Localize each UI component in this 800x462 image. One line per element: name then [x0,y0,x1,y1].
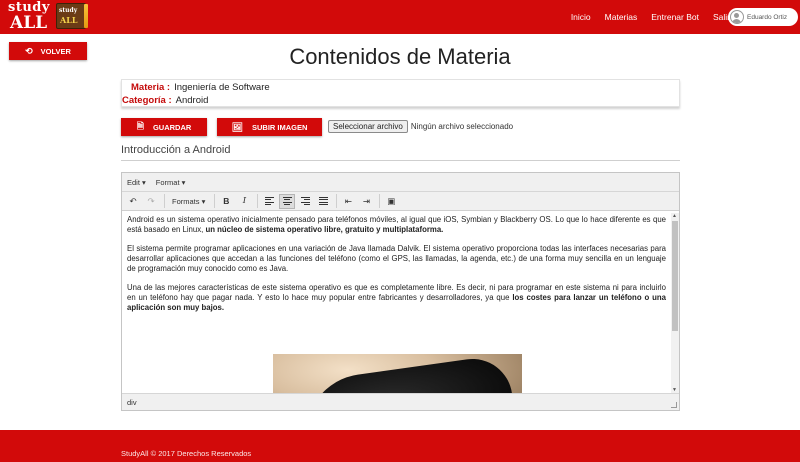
toolbar-separator [164,194,165,208]
subject-info-box: Materia : Ingeniería de Software Categorí… [121,79,680,107]
element-path[interactable]: div [127,398,137,407]
bold-icon[interactable]: B [218,194,234,209]
categoria-value: Android [175,95,209,106]
resize-handle-icon[interactable] [671,402,677,408]
menu-edit-label: Edit [127,177,140,187]
align-right-icon[interactable] [297,194,313,209]
toolbar-separator [257,194,259,208]
outdent-icon[interactable]: ⇤ [340,194,356,209]
categoria-row: Categoría : Android [122,95,208,106]
align-justify-icon[interactable] [315,194,331,209]
nav-links: Inicio Materias Entrenar Bot Salir [557,0,730,34]
paragraph-1-bold: un núcleo de sistema operativo libre, gr… [205,225,444,234]
materia-label: Materia : [131,82,171,93]
editor-statusbar: div [122,393,679,410]
logo-text-all: ALL [10,13,48,33]
editor-content[interactable]: Android es un sistema operativo inicialm… [122,213,671,393]
select-file-button[interactable]: Seleccionar archivo [328,120,408,133]
user-avatar-icon [730,10,744,24]
italic-icon[interactable]: I [236,194,252,209]
undo-icon[interactable]: ↶ [125,194,141,209]
section-divider [121,160,680,161]
formats-label: Formats [172,196,200,206]
image-upload-icon: 🖼 [231,121,243,132]
align-center-icon[interactable] [279,193,296,209]
subir-imagen-label: SUBIR IMAGEN [252,122,308,132]
menu-format[interactable]: Format ▾ [156,178,186,187]
logo-book-text-study: study [59,7,78,14]
toolbar-separator [214,194,216,208]
top-navbar: study ALL study ALL Inicio Materias Entr… [0,0,800,34]
scrollbar-thumb[interactable] [672,221,678,331]
footer-text: StudyAll © 2017 Derechos Reservados [121,449,252,458]
paragraph-1: Android es un sistema operativo inicialm… [127,215,666,235]
paragraph-3: Una de las mejores características de es… [127,283,666,313]
book-icon: study ALL [56,3,86,29]
rich-text-editor: Edit ▾ Format ▾ ↶ ↷ Formats ▾ B I ⇤ ⇥ ▣ … [121,172,680,411]
page-title: Contenidos de Materia [289,44,511,69]
formats-dropdown[interactable]: Formats ▾ [172,197,205,206]
scroll-up-icon[interactable]: ▲ [672,213,677,219]
phone-shape [298,354,518,393]
categoria-label: Categoría : [122,95,172,106]
nav-link-entrenar-bot[interactable]: Entrenar Bot [651,12,699,22]
nav-link-inicio[interactable]: Inicio [571,12,591,22]
studyall-logo[interactable]: study ALL study ALL [4,0,90,33]
align-left-icon[interactable] [261,194,277,209]
menu-format-label: Format [155,177,180,187]
user-menu[interactable]: Eduardo Ortiz [728,8,798,26]
section-title: Introducción a Android [121,144,231,156]
redo-icon[interactable]: ↷ [143,194,159,209]
file-input: Seleccionar archivo Ningún archivo selec… [328,120,513,133]
user-name: Eduardo Ortiz [747,13,788,21]
menu-edit[interactable]: Edit ▾ [127,178,146,187]
materia-row: Materia : Ingeniería de Software [131,82,270,93]
guardar-button[interactable]: 🗎 GUARDAR [121,118,207,136]
subir-imagen-button[interactable]: 🖼 SUBIR IMAGEN [217,118,322,136]
materia-value: Ingeniería de Software [174,82,270,93]
nav-link-materias[interactable]: Materias [605,12,638,22]
toolbar-separator [336,194,338,208]
image-icon[interactable]: ▣ [383,194,399,209]
android-phone-image[interactable] [273,354,522,393]
footer: StudyAll © 2017 Derechos Reservados [0,430,800,462]
save-file-icon: 🗎 [136,121,144,131]
logo-book-text-all: ALL [60,15,78,25]
paragraph-2: El sistema permite programar aplicacione… [127,244,666,274]
guardar-label: GUARDAR [152,122,192,132]
toolbar-separator [379,194,381,208]
editor-toolbar: ↶ ↷ Formats ▾ B I ⇤ ⇥ ▣ [122,192,679,211]
indent-icon[interactable]: ⇥ [358,194,374,209]
pencil-icon [84,4,88,28]
paragraph-2-text: El sistema permite programar aplicacione… [127,244,666,273]
file-status: Ningún archivo seleccionado [410,122,514,131]
editor-scrollbar[interactable]: ▲ ▼ [671,213,679,393]
editor-menubar: Edit ▾ Format ▾ [122,173,679,192]
